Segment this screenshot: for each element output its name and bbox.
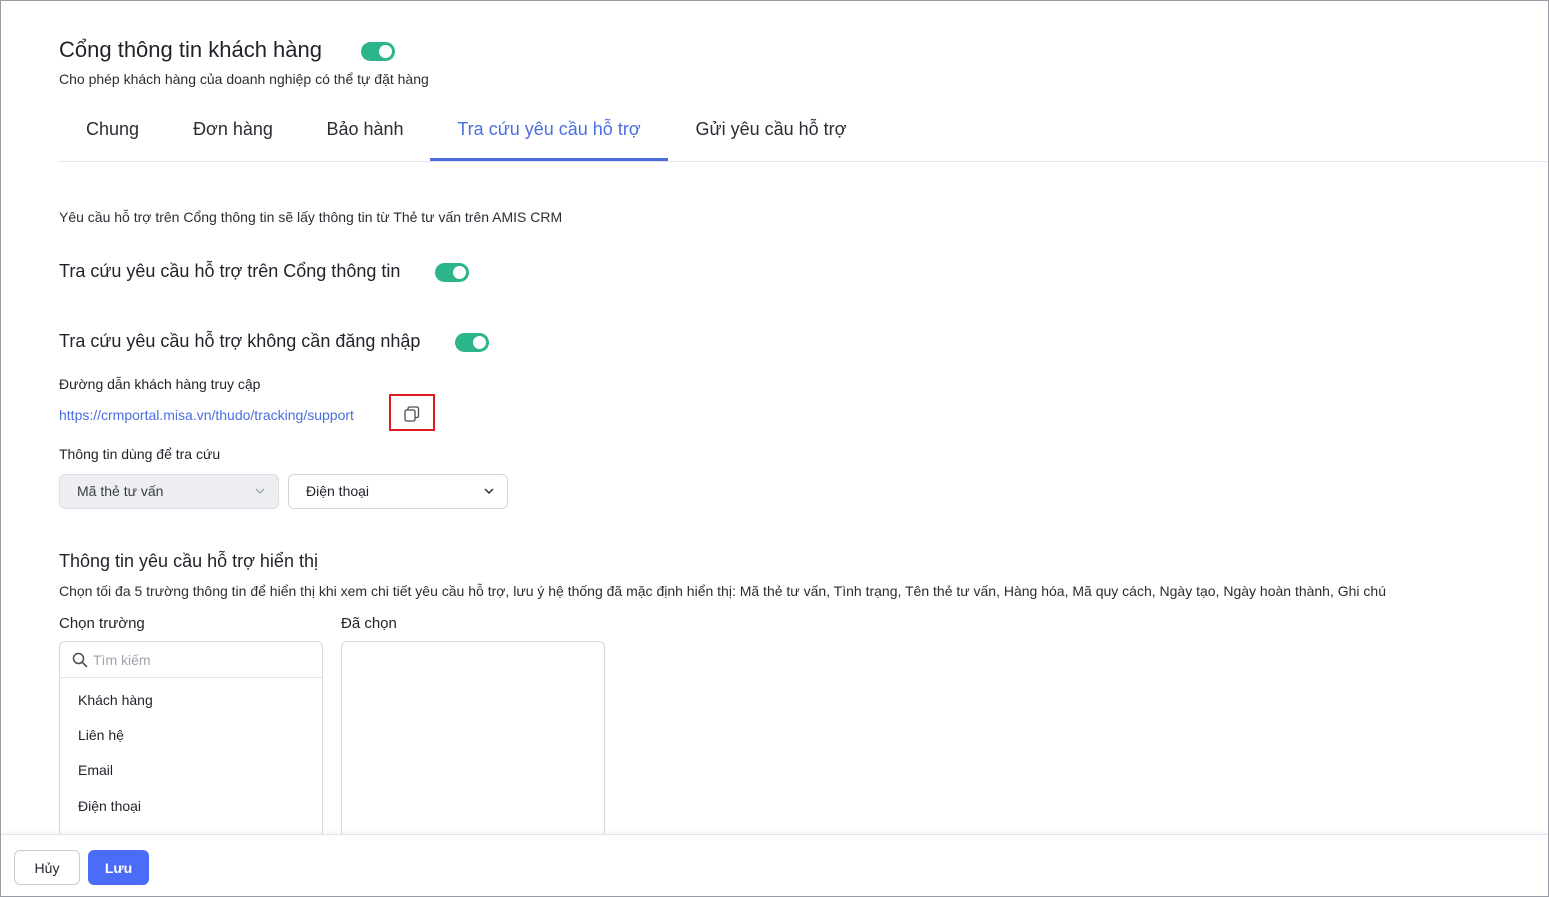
portal-settings-window: Cổng thông tin khách hàng Cho phép khách… [0, 0, 1549, 897]
lookup-description: Yêu cầu hỗ trợ trên Cổng thông tin sẽ lấ… [59, 209, 563, 225]
toggle-knob [453, 266, 466, 279]
copy-icon [404, 406, 420, 422]
toggle-knob [379, 45, 392, 58]
list-item[interactable]: Điện thoại [78, 798, 141, 814]
tab-orders[interactable]: Đơn hàng [166, 109, 300, 161]
selected-field-label: Đã chọn [341, 615, 397, 632]
tab-send-support[interactable]: Gửi yêu cầu hỗ trợ [668, 109, 874, 161]
save-button[interactable]: Lưu [88, 850, 149, 885]
copy-link-button[interactable] [389, 394, 435, 431]
list-item[interactable]: Email [78, 762, 113, 778]
list-item[interactable]: Khách hàng [78, 692, 153, 708]
access-link-label: Đường dẫn khách hàng truy cập [59, 376, 261, 392]
chevron-down-icon [484, 488, 494, 495]
choose-field-label: Chọn trường [59, 615, 145, 632]
page-subtitle: Cho phép khách hàng của doanh nghiệp có … [59, 71, 429, 87]
lookup-field-select-1: Mã thẻ tư vấn [59, 474, 279, 509]
settings-tabs: Chung Đơn hàng Bảo hành Tra cứu yêu cầu … [59, 109, 1548, 162]
lookup-info-label: Thông tin dùng để tra cứu [59, 446, 221, 462]
lookup-on-portal-label: Tra cứu yêu cầu hỗ trợ trên Cổng thông t… [59, 261, 401, 281]
tab-general[interactable]: Chung [59, 109, 166, 161]
page-title: Cổng thông tin khách hàng [59, 37, 322, 62]
tab-warranty[interactable]: Bảo hành [300, 109, 430, 161]
portal-enabled-toggle[interactable] [361, 42, 395, 61]
cancel-button[interactable]: Hủy [14, 850, 80, 885]
lookup-no-login-toggle[interactable] [455, 333, 489, 352]
lookup-no-login-label: Tra cứu yêu cầu hỗ trợ không cần đăng nh… [59, 331, 421, 351]
toggle-knob [473, 336, 486, 349]
tab-support-lookup[interactable]: Tra cứu yêu cầu hỗ trợ [430, 109, 668, 161]
lookup-field-2-value: Điện thoại [306, 483, 370, 499]
display-section-description: Chọn tối đa 5 trường thông tin để hiển t… [59, 583, 1386, 599]
lookup-on-portal-toggle[interactable] [435, 263, 469, 282]
display-section-title: Thông tin yêu cầu hỗ trợ hiển thị [59, 551, 318, 571]
lookup-field-select-2[interactable]: Điện thoại [288, 474, 508, 509]
search-input[interactable] [93, 648, 313, 672]
access-link[interactable]: https://crmportal.misa.vn/thudo/tracking… [59, 407, 354, 423]
footer-action-bar: Hủy Lưu [1, 834, 1548, 896]
search-icon [72, 652, 88, 668]
list-item[interactable]: Liên hệ [78, 727, 124, 743]
lookup-field-1-value: Mã thẻ tư vấn [77, 483, 164, 499]
chevron-down-icon [255, 488, 265, 494]
field-search [60, 642, 322, 678]
